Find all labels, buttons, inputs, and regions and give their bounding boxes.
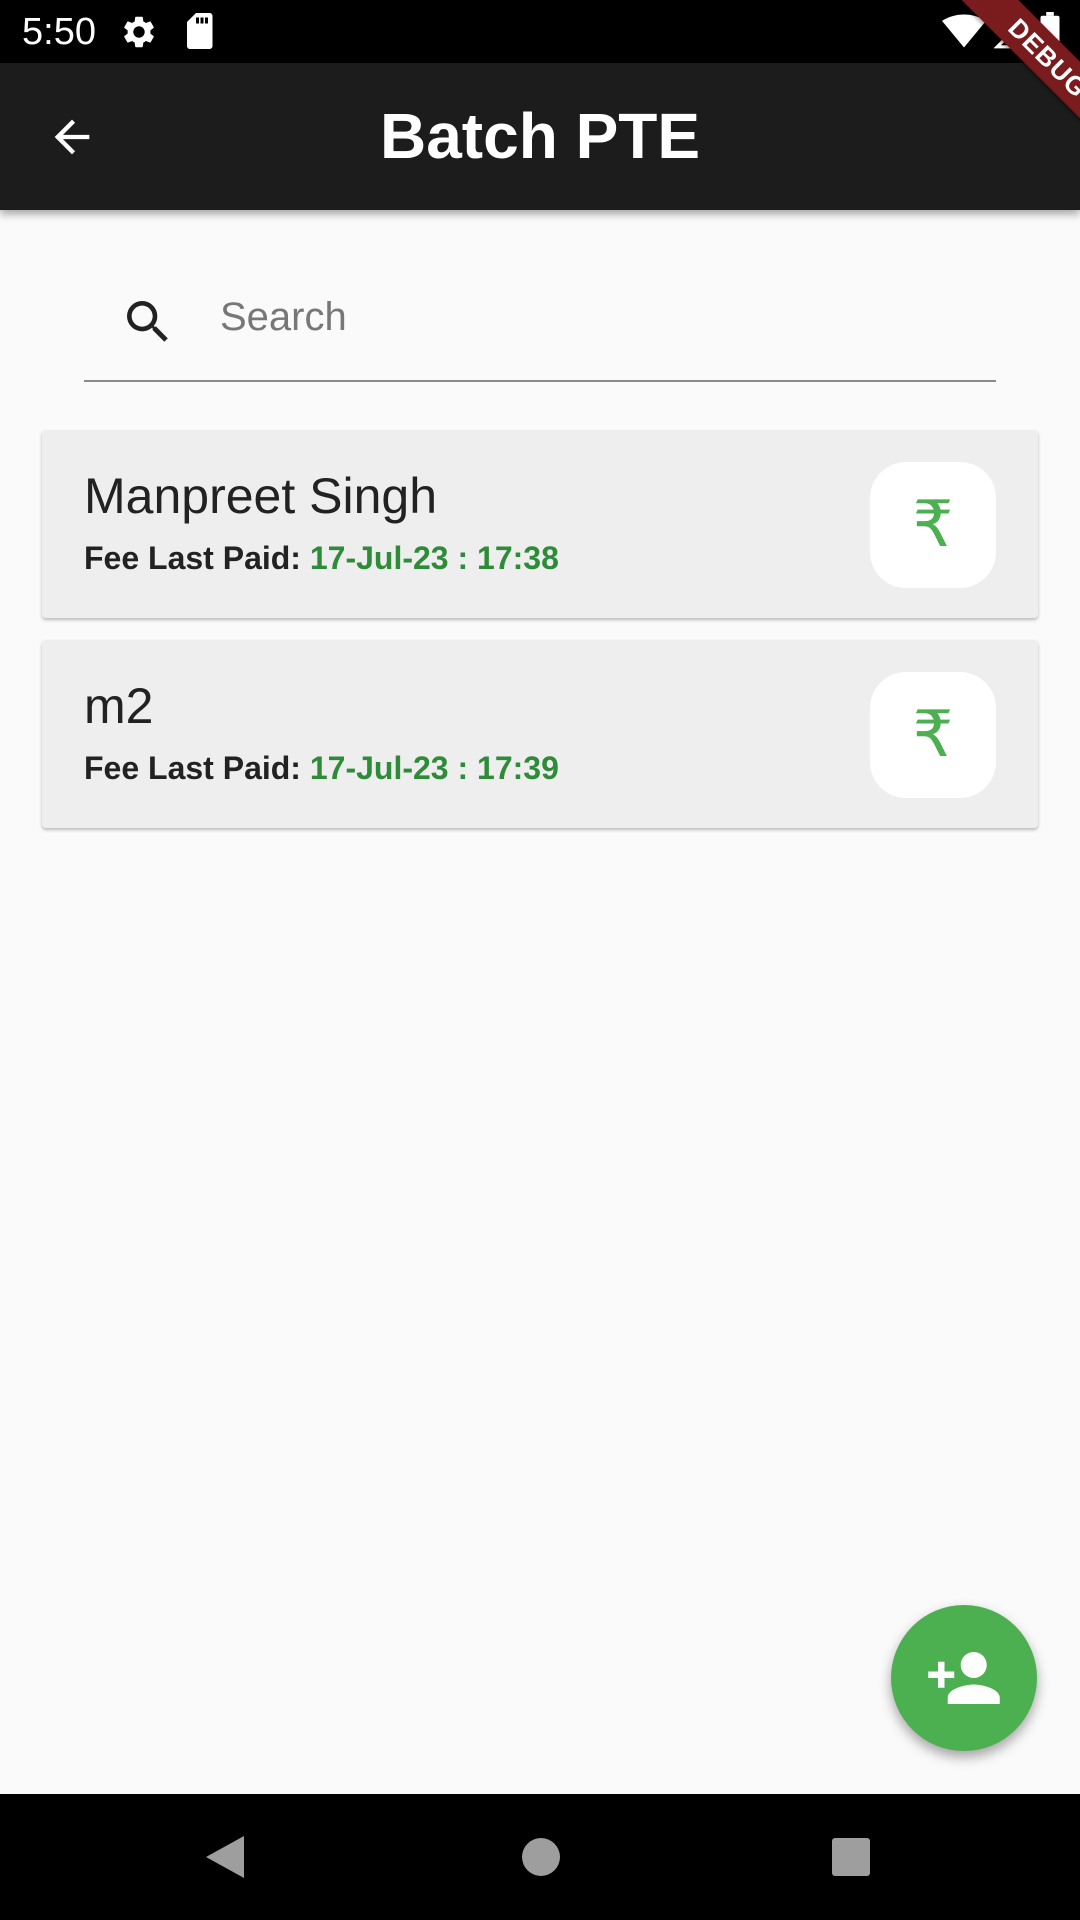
rupee-icon: ₹ (912, 698, 954, 772)
nav-back-button[interactable] (194, 1826, 256, 1888)
back-button[interactable] (30, 101, 114, 173)
pay-fee-button[interactable]: ₹ (870, 672, 996, 798)
fee-date: 17-Jul-23 : 17:39 (309, 750, 559, 786)
wifi-icon (942, 14, 986, 48)
sd-card-icon (187, 13, 213, 49)
page-title: Batch PTE (379, 100, 701, 172)
fee-label: Fee Last Paid: (84, 540, 301, 576)
arrow-back-icon (54, 119, 90, 155)
pay-fee-button[interactable]: ₹ (870, 462, 996, 588)
person-add-icon (928, 1652, 1000, 1704)
status-bar: 5:50 (0, 0, 1080, 63)
status-time: 5:50 (22, 11, 96, 53)
gear-icon (124, 16, 154, 48)
nav-home-icon (522, 1838, 560, 1876)
student-name: Manpreet Singh (84, 468, 438, 524)
nav-recents-icon (832, 1838, 870, 1876)
search-input[interactable] (220, 282, 960, 352)
student-card[interactable]: Manpreet Singh Fee Last Paid: 17-Jul-23 … (42, 430, 1038, 618)
search-icon (127, 301, 168, 342)
student-list: Manpreet Singh Fee Last Paid: 17-Jul-23 … (42, 430, 1038, 850)
student-name: m2 (84, 678, 154, 734)
nav-recents-button[interactable] (820, 1826, 882, 1888)
fee-last-paid: Fee Last Paid: 17-Jul-23 : 17:39 (84, 748, 559, 788)
add-student-button[interactable] (891, 1605, 1037, 1751)
fee-date: 17-Jul-23 : 17:38 (309, 540, 559, 576)
student-card[interactable]: m2 Fee Last Paid: 17-Jul-23 : 17:39 ₹ (42, 640, 1038, 828)
rupee-icon: ₹ (912, 488, 954, 562)
battery-icon (1040, 12, 1060, 50)
navigation-bar (0, 1794, 1080, 1920)
signal-icon (994, 12, 1031, 49)
fee-last-paid: Fee Last Paid: 17-Jul-23 : 17:38 (84, 538, 559, 578)
search-bar[interactable] (84, 268, 996, 382)
nav-back-icon (206, 1836, 244, 1878)
app-bar: Batch PTE (0, 63, 1080, 210)
nav-home-button[interactable] (510, 1826, 572, 1888)
fee-label: Fee Last Paid: (84, 750, 301, 786)
